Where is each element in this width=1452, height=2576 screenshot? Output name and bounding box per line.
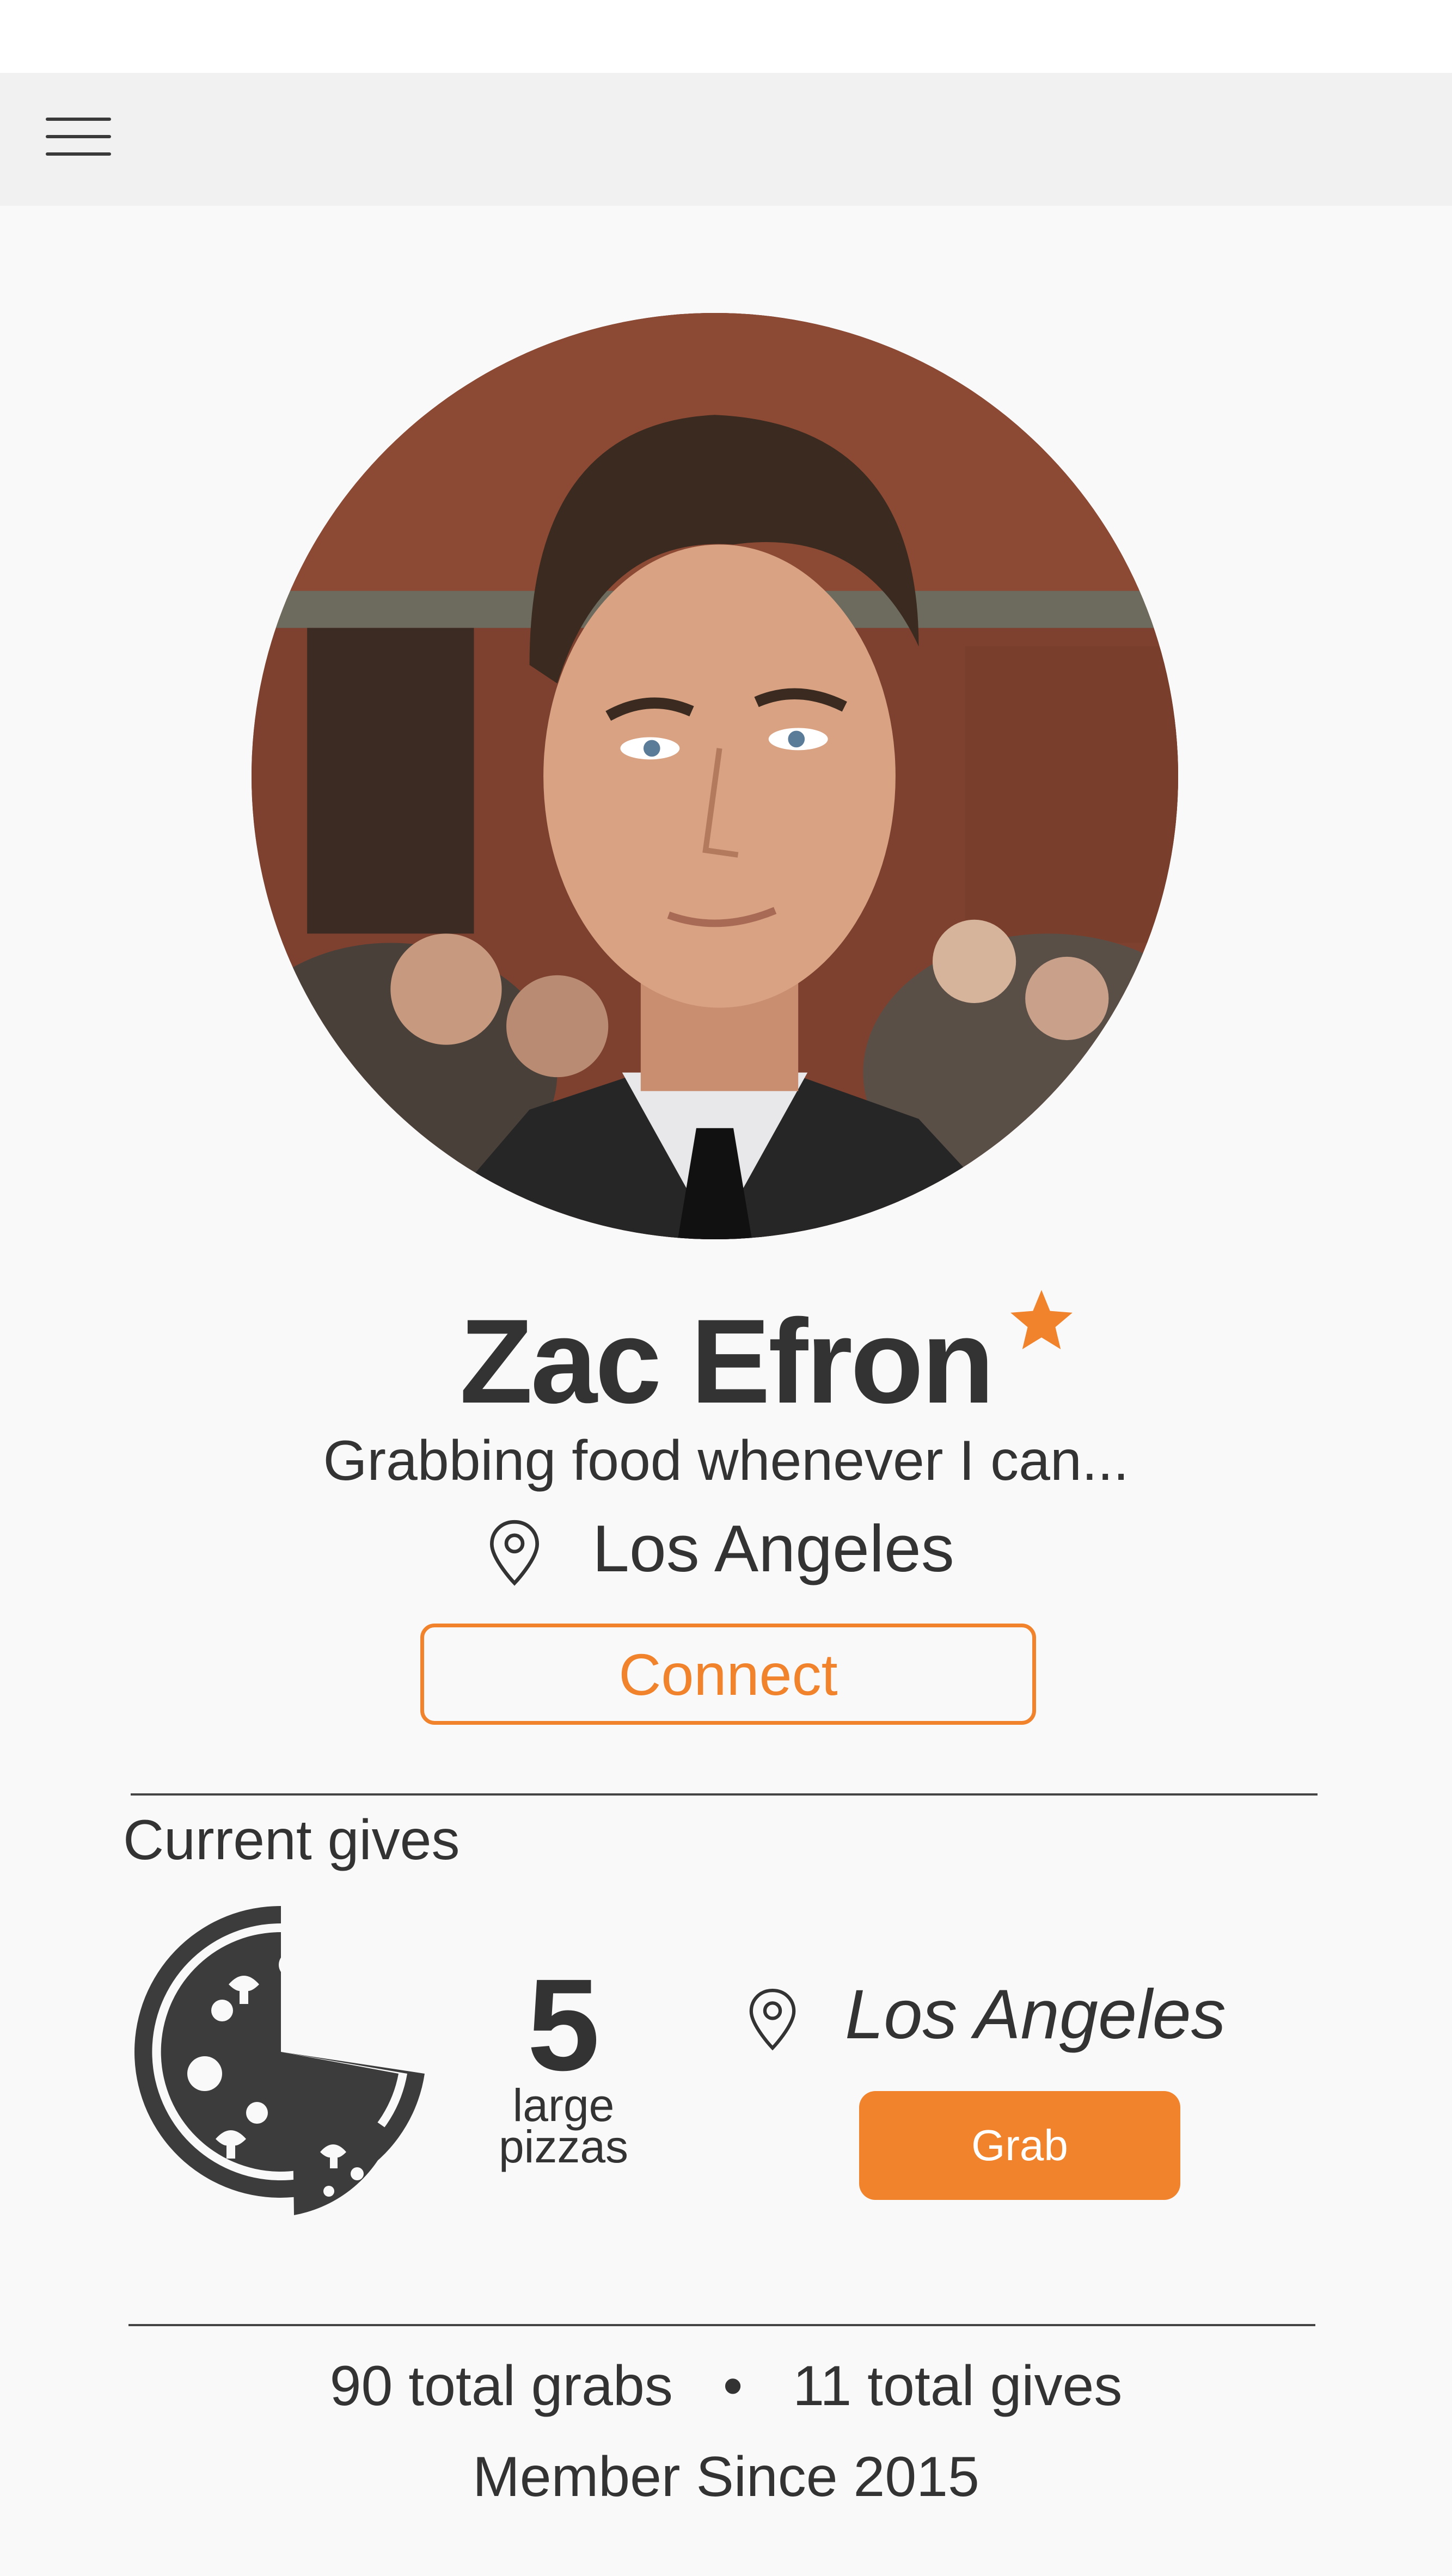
hamburger-menu-icon[interactable] [46, 116, 111, 157]
total-grabs: 90 total grabs [329, 2354, 673, 2418]
stats-separator: • [722, 2354, 743, 2418]
give-unit-line1: large [512, 2080, 615, 2131]
profile-stats: 90 total grabs • 11 total gives [0, 2354, 1452, 2419]
give-quantity: 5 [527, 1952, 600, 2098]
current-gives-title: Current gives [123, 1809, 460, 1872]
status-area [0, 0, 1452, 73]
divider [131, 1793, 1318, 1796]
divider [128, 2324, 1315, 2326]
give-unit: large pizzas [479, 2080, 648, 2172]
location-pin-icon [749, 1988, 796, 2051]
profile-photo [252, 313, 1178, 1239]
member-since: Member Since 2015 [473, 2445, 979, 2509]
profile-name-row: Zac Efron [0, 1295, 1452, 1427]
give-location: Los Angeles [845, 1976, 1226, 2054]
top-navbar [0, 73, 1452, 206]
connect-button[interactable]: Connect [420, 1624, 1036, 1725]
profile-name: Zac Efron [460, 1294, 995, 1428]
give-unit-line2: pizzas [498, 2121, 629, 2172]
profile-location: Los Angeles [592, 1511, 954, 1585]
location-pin-icon [489, 1520, 540, 1586]
pizza-icon [134, 1905, 425, 2215]
grab-button[interactable]: Grab [859, 2091, 1180, 2200]
star-icon [1010, 1290, 1073, 1349]
total-gives: 11 total gives [793, 2354, 1123, 2418]
profile-tagline: Grabbing food whenever I can... [323, 1429, 1129, 1492]
